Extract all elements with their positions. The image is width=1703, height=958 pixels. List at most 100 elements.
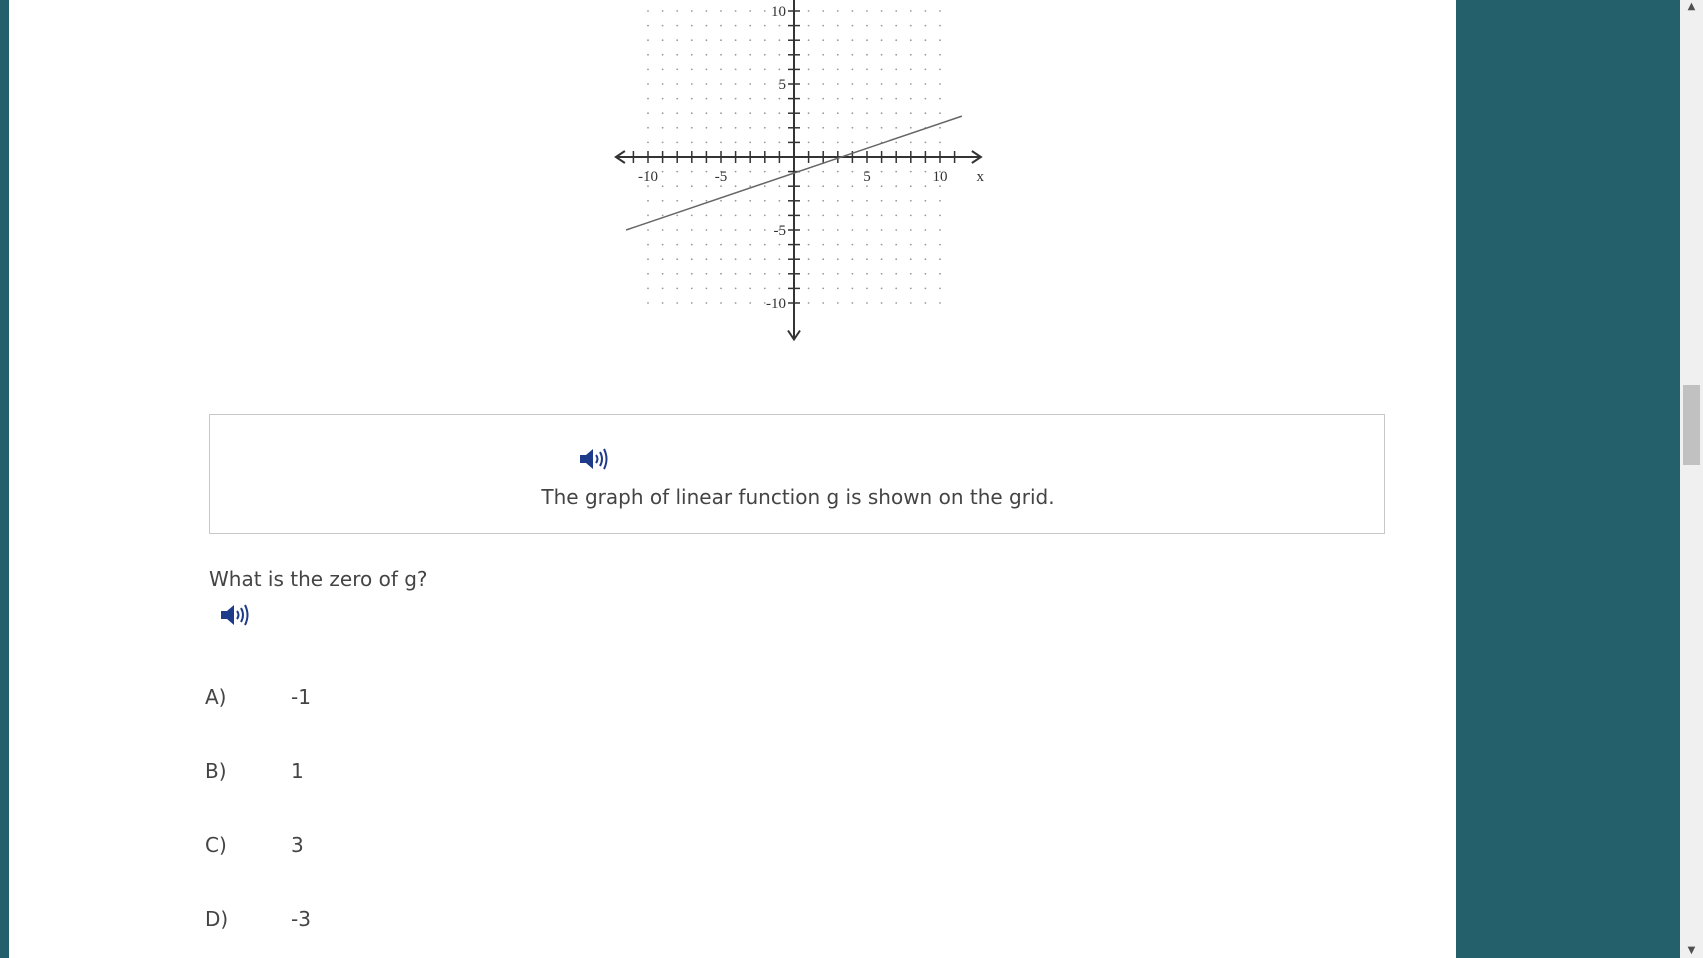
grid-dot: [909, 97, 912, 100]
grid-dot: [807, 83, 810, 85]
scroll-down-arrow-icon[interactable]: ▼: [1680, 944, 1703, 958]
scroll-thumb[interactable]: [1683, 385, 1700, 465]
grid-dot: [763, 258, 766, 261]
grid-dot: [661, 170, 664, 173]
grid-dot: [705, 229, 708, 231]
y-tick-label: -10: [766, 296, 786, 312]
grid-dot: [705, 199, 708, 202]
item-content-area: -10 -5 5 10 10 5 -5 -10 x The graph of linear fu…: [9, 0, 1456, 958]
grid-dot: [836, 10, 839, 12]
grid-dot: [705, 272, 708, 275]
grid-dot: [880, 185, 883, 188]
grid-dot: [822, 97, 825, 100]
grid-dot: [895, 272, 898, 275]
grid-dot: [690, 24, 693, 27]
grid-dot: [647, 141, 649, 144]
grid-dot: [939, 258, 941, 261]
grid-dot: [909, 112, 912, 115]
grid-dot: [676, 214, 679, 217]
grid-dot: [836, 83, 839, 85]
grid-dot: [734, 199, 737, 202]
grid-dot: [895, 185, 898, 188]
grid-dot: [895, 39, 898, 42]
grid-dot: [749, 83, 752, 85]
grid-dot: [866, 39, 868, 42]
grid-dot: [720, 243, 722, 246]
grid-dot: [866, 83, 868, 85]
grid-dot: [807, 39, 810, 42]
grid-dot: [763, 272, 766, 275]
grid-dot: [895, 170, 898, 173]
grid-dot: [880, 214, 883, 217]
speaker-icon[interactable]: [219, 601, 253, 629]
grid-dot: [909, 53, 912, 56]
grid-dot: [749, 112, 752, 115]
grid-dot: [690, 243, 693, 246]
grid-dot: [705, 214, 708, 217]
grid-dot: [836, 97, 839, 100]
grid-dot: [909, 287, 912, 290]
grid-dot: [836, 258, 839, 261]
grid-dot: [647, 53, 649, 56]
grid-dot: [690, 199, 693, 202]
grid-dot: [734, 68, 737, 71]
grid-dot: [909, 214, 912, 217]
answer-option-b[interactable]: B) 1: [205, 759, 505, 789]
grid-dot: [734, 243, 737, 246]
grid-dot: [866, 272, 868, 275]
grid-dot: [661, 199, 664, 202]
answer-option-c[interactable]: C) 3: [205, 833, 505, 863]
grid-dot: [676, 141, 679, 144]
grid-dot: [851, 302, 854, 304]
grid-dot: [836, 272, 839, 275]
grid-dot: [690, 258, 693, 261]
grid-dot: [851, 287, 854, 290]
grid-dot: [690, 302, 693, 304]
grid-dot: [866, 97, 868, 100]
question-text: What is the zero of g?: [209, 567, 428, 591]
grid-dot: [690, 68, 693, 71]
grid-dot: [661, 39, 664, 42]
grid-dot: [661, 126, 664, 129]
grid-dot: [822, 214, 825, 217]
grid-dot: [866, 10, 868, 12]
y-tick-label: 5: [779, 77, 787, 93]
speaker-icon[interactable]: [578, 445, 612, 473]
grid-dot: [924, 272, 927, 275]
grid-dot: [822, 258, 825, 261]
option-letter: C): [205, 833, 227, 857]
grid-dot: [690, 10, 693, 12]
grid-dot: [895, 112, 898, 115]
grid-dot: [851, 199, 854, 202]
grid-dot: [836, 39, 839, 42]
grid-dot: [924, 10, 927, 12]
grid-dot: [661, 185, 664, 188]
grid-dot: [734, 53, 737, 56]
grid-dot: [705, 10, 708, 12]
grid-dot: [807, 243, 810, 246]
grid-dot: [676, 272, 679, 275]
grid-dot: [807, 258, 810, 261]
x-tick-label: -10: [638, 169, 658, 185]
grid-dot: [734, 83, 737, 85]
scroll-up-arrow-icon[interactable]: ▲: [1680, 0, 1703, 14]
answer-option-a[interactable]: A) -1: [205, 685, 505, 715]
grid-dot: [822, 170, 825, 173]
grid-dot: [822, 112, 825, 115]
answer-option-d[interactable]: D) -3: [205, 907, 505, 937]
grid-dot: [690, 185, 693, 188]
grid-dot: [866, 112, 868, 115]
grid-dot: [763, 170, 766, 173]
grid-dot: [763, 83, 766, 85]
grid-dot: [807, 214, 810, 217]
grid-dot: [661, 141, 664, 144]
right-side-panel: [1456, 0, 1680, 958]
x-tick-label: -5: [715, 169, 728, 185]
grid-dot: [924, 258, 927, 261]
grid-dot: [705, 287, 708, 290]
vertical-scrollbar[interactable]: ▲ ▼: [1680, 0, 1703, 958]
grid-dot: [720, 126, 722, 129]
grid-dot: [807, 53, 810, 56]
grid-dot: [690, 170, 693, 173]
grid-dot: [705, 112, 708, 115]
